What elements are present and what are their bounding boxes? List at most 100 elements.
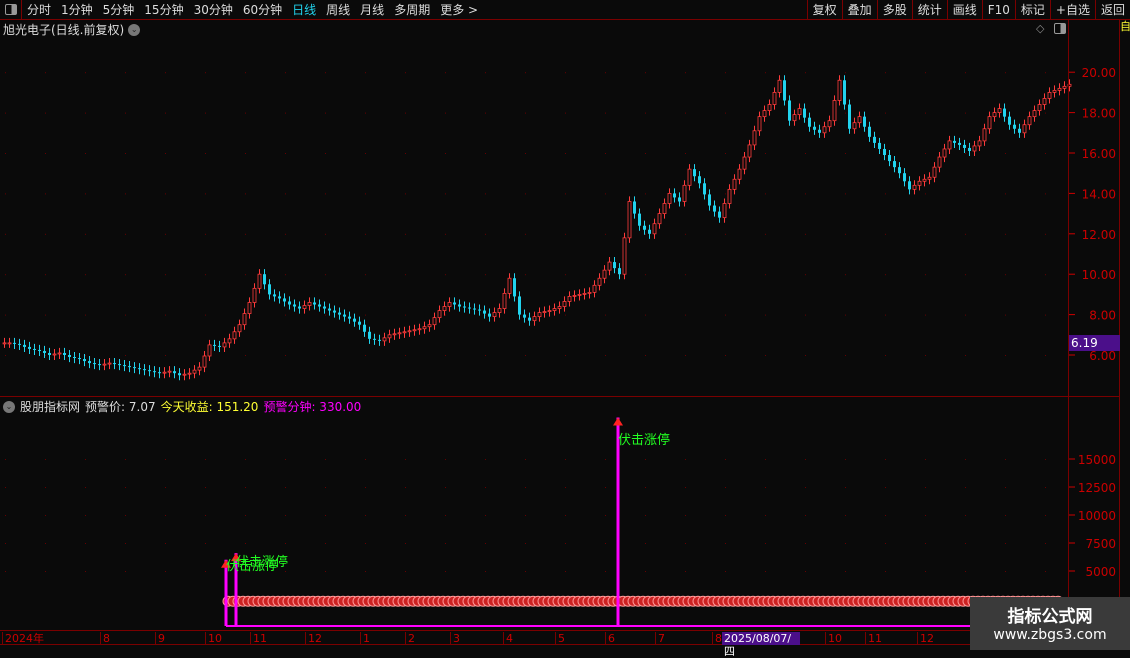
grid-dot <box>765 193 766 195</box>
grid-dot <box>885 314 886 316</box>
candle <box>1022 124 1027 134</box>
candle <box>488 313 491 317</box>
grid-dot <box>325 112 326 114</box>
grid-dot <box>1005 355 1006 356</box>
grid-dot <box>965 487 966 488</box>
grid-dot <box>485 233 486 235</box>
grid-dot <box>285 274 286 276</box>
grid-dot <box>245 515 246 516</box>
grid-dot <box>605 515 606 516</box>
grid-dot <box>165 543 166 544</box>
grid-dot <box>565 72 566 74</box>
chevron-down-icon[interactable]: ⌄ <box>3 400 15 413</box>
candle <box>742 156 747 170</box>
candle <box>922 178 927 182</box>
grid-dot <box>85 193 86 195</box>
grid-dot <box>205 487 206 488</box>
grid-dot <box>205 153 206 154</box>
candle <box>963 144 966 148</box>
grid-dot <box>885 487 886 488</box>
grid-dot <box>845 72 846 74</box>
grid-dot <box>1005 193 1006 195</box>
grid-dot <box>1005 487 1006 488</box>
grid-dot <box>685 314 686 316</box>
grid-dot <box>245 72 246 74</box>
grid-dot <box>885 233 886 235</box>
grid-dot <box>525 543 526 544</box>
grid-dot <box>165 233 166 235</box>
grid-dot <box>205 112 206 114</box>
grid-dot <box>285 515 286 516</box>
grid-dot <box>125 112 126 114</box>
grid-dot <box>365 274 366 276</box>
grid-dot <box>725 314 726 316</box>
grid-dot <box>685 153 686 154</box>
candle <box>657 213 662 225</box>
candle <box>788 100 791 121</box>
candle <box>678 197 681 202</box>
candle <box>427 324 432 328</box>
grid-dot <box>565 487 566 488</box>
grid-dot <box>1005 274 1006 276</box>
candle <box>927 176 932 180</box>
grid-dot <box>1045 72 1046 74</box>
candle <box>638 213 641 226</box>
candle <box>283 298 286 302</box>
time-tick-label: 5 <box>555 632 565 645</box>
grid-dot <box>725 543 726 544</box>
grid-dot <box>405 515 406 516</box>
candle <box>602 269 607 279</box>
grid-dot <box>725 355 726 356</box>
candle <box>378 339 381 341</box>
kline-chart[interactable]: 6.008.0010.0012.0014.0016.0018.0020.0050… <box>0 0 1130 650</box>
grid-dot <box>605 543 606 544</box>
candle <box>133 367 136 369</box>
candle <box>363 324 366 332</box>
candle <box>942 148 947 158</box>
grid-dot <box>685 355 686 356</box>
candle <box>33 348 36 350</box>
candle <box>507 277 512 294</box>
candle <box>478 309 481 311</box>
candle <box>852 122 857 130</box>
grid-dot <box>645 571 646 572</box>
grid-dot <box>845 487 846 488</box>
candle <box>953 140 956 143</box>
candle <box>633 201 636 214</box>
grid-dot <box>1045 459 1046 460</box>
candle <box>242 313 247 326</box>
grid-dot <box>45 487 46 488</box>
grid-dot <box>805 459 806 460</box>
candle <box>713 205 716 212</box>
candle <box>992 112 997 118</box>
grid-dot <box>325 515 326 516</box>
side-panel[interactable]: 自 <box>1120 20 1130 650</box>
candle <box>1032 110 1037 118</box>
candle <box>412 329 417 332</box>
warn-price: 预警价: 7.07 <box>85 400 156 414</box>
candle <box>577 293 582 296</box>
grid-dot <box>85 274 86 276</box>
grid-dot <box>925 487 926 488</box>
candle <box>863 116 866 127</box>
grid-dot <box>205 459 206 460</box>
candle <box>23 344 26 347</box>
candle <box>197 366 202 371</box>
grid-dot <box>925 112 926 114</box>
grid-dot <box>285 459 286 460</box>
grid-dot <box>45 314 46 316</box>
grid-dot <box>925 571 926 572</box>
grid-dot <box>565 355 566 356</box>
candle <box>38 349 41 351</box>
current-price-tag: 6.19 <box>1069 335 1120 351</box>
grid-dot <box>965 355 966 356</box>
grid-dot <box>125 515 126 516</box>
candle <box>333 310 336 313</box>
candle <box>417 328 422 331</box>
grid-dot <box>445 355 446 356</box>
grid-dot <box>285 153 286 154</box>
candle <box>783 80 786 101</box>
grid-dot <box>125 193 126 195</box>
grid-dot <box>485 112 486 114</box>
side-top: 自 <box>1120 20 1130 33</box>
